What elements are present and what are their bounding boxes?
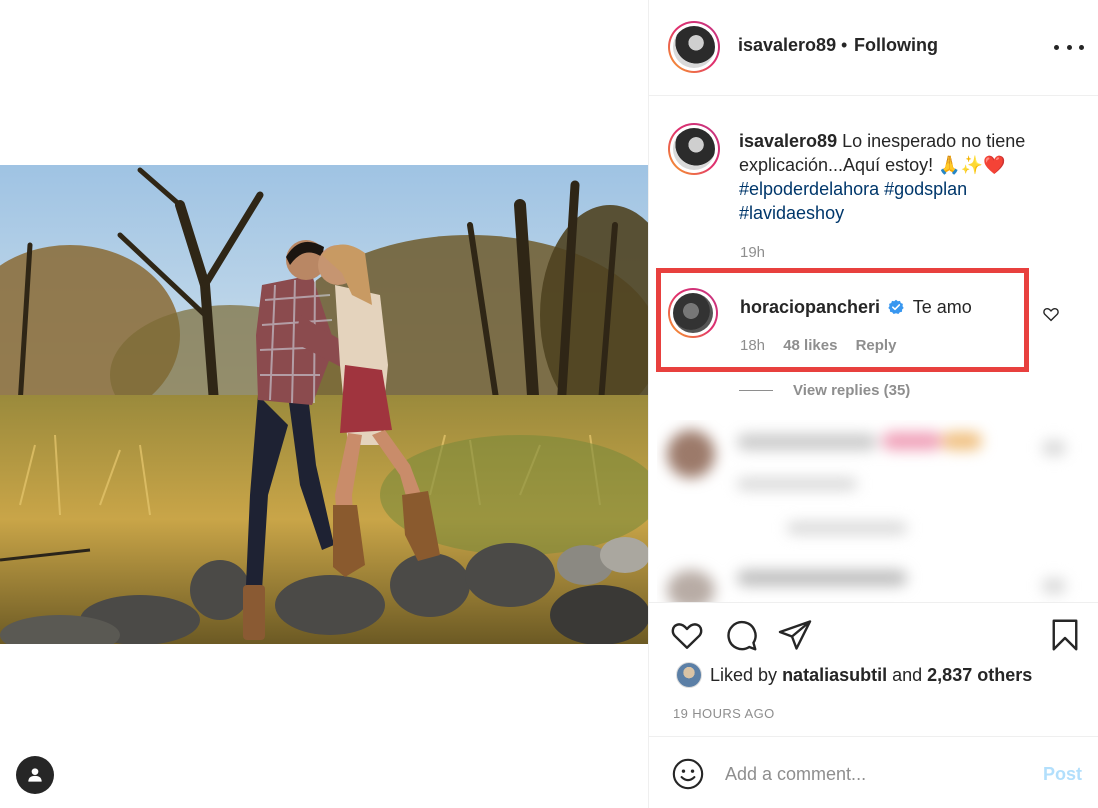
- comment-reply-button[interactable]: Reply: [856, 337, 897, 354]
- liked-by-joiner: and: [892, 664, 923, 685]
- caption-username[interactable]: isavalero89: [739, 131, 837, 151]
- comment-text: Te amo: [912, 297, 972, 317]
- comment-meta: 18h 48 likes Reply: [740, 337, 910, 354]
- post-photo[interactable]: [0, 165, 648, 644]
- more-options-icon[interactable]: [1054, 37, 1084, 57]
- following-button[interactable]: Following: [854, 35, 938, 56]
- liker-avatar[interactable]: [676, 662, 702, 688]
- share-icon[interactable]: [777, 617, 813, 653]
- blurred-comments: [657, 420, 1089, 602]
- caption-emojis: 🙏✨❤️: [938, 155, 1006, 175]
- post-side-panel: isavalero89 • Following isavalero89 Lo i…: [648, 0, 1098, 808]
- caption-text: isavalero89 Lo inesperado no tiene expli…: [739, 129, 1069, 225]
- emoji-icon[interactable]: [671, 757, 705, 791]
- bookmark-icon[interactable]: [1047, 617, 1083, 653]
- liker-username[interactable]: nataliasubtil: [782, 665, 887, 686]
- comment-likes[interactable]: 48 likes: [783, 337, 837, 354]
- post-photo-image: [0, 165, 648, 644]
- caption-avatar[interactable]: [668, 123, 720, 175]
- view-replies-label: View replies (35): [793, 382, 911, 399]
- comment-input[interactable]: [725, 759, 1025, 789]
- post-header: isavalero89 • Following: [649, 0, 1098, 96]
- likes-others-count[interactable]: 2,837 others: [927, 665, 1032, 686]
- user-tag-button[interactable]: [16, 756, 54, 794]
- comment-line: horaciopancheri Te amo: [740, 297, 972, 318]
- heart-icon[interactable]: [669, 617, 705, 653]
- comment-like-heart-icon[interactable]: [1042, 305, 1060, 323]
- commenter-username[interactable]: horaciopancheri: [740, 297, 880, 317]
- caption-hashtags[interactable]: #elpoderdelahora #godsplan #lavidaeshoy: [739, 177, 1069, 225]
- comment-icon[interactable]: [723, 617, 759, 653]
- header-separator: •: [841, 35, 848, 55]
- user-tag-icon: [28, 768, 42, 782]
- comment-time[interactable]: 18h: [740, 337, 765, 354]
- author-avatar[interactable]: [668, 21, 720, 73]
- liked-by: Liked by nataliasubtil and 2,837 others: [676, 662, 1032, 688]
- replies-divider: [739, 390, 773, 391]
- post-timestamp[interactable]: 19 HOURS AGO: [673, 706, 775, 721]
- caption-time[interactable]: 19h: [740, 244, 765, 261]
- verified-badge-icon: [888, 299, 904, 314]
- media-pane: [0, 0, 648, 808]
- commenter-avatar[interactable]: [668, 288, 718, 338]
- post-button[interactable]: Post: [1043, 764, 1082, 785]
- liked-by-prefix: Liked by: [710, 664, 778, 685]
- author-username[interactable]: isavalero89: [738, 35, 836, 56]
- view-replies-button[interactable]: View replies (35): [739, 382, 910, 399]
- comment-composer: Post: [649, 736, 1098, 808]
